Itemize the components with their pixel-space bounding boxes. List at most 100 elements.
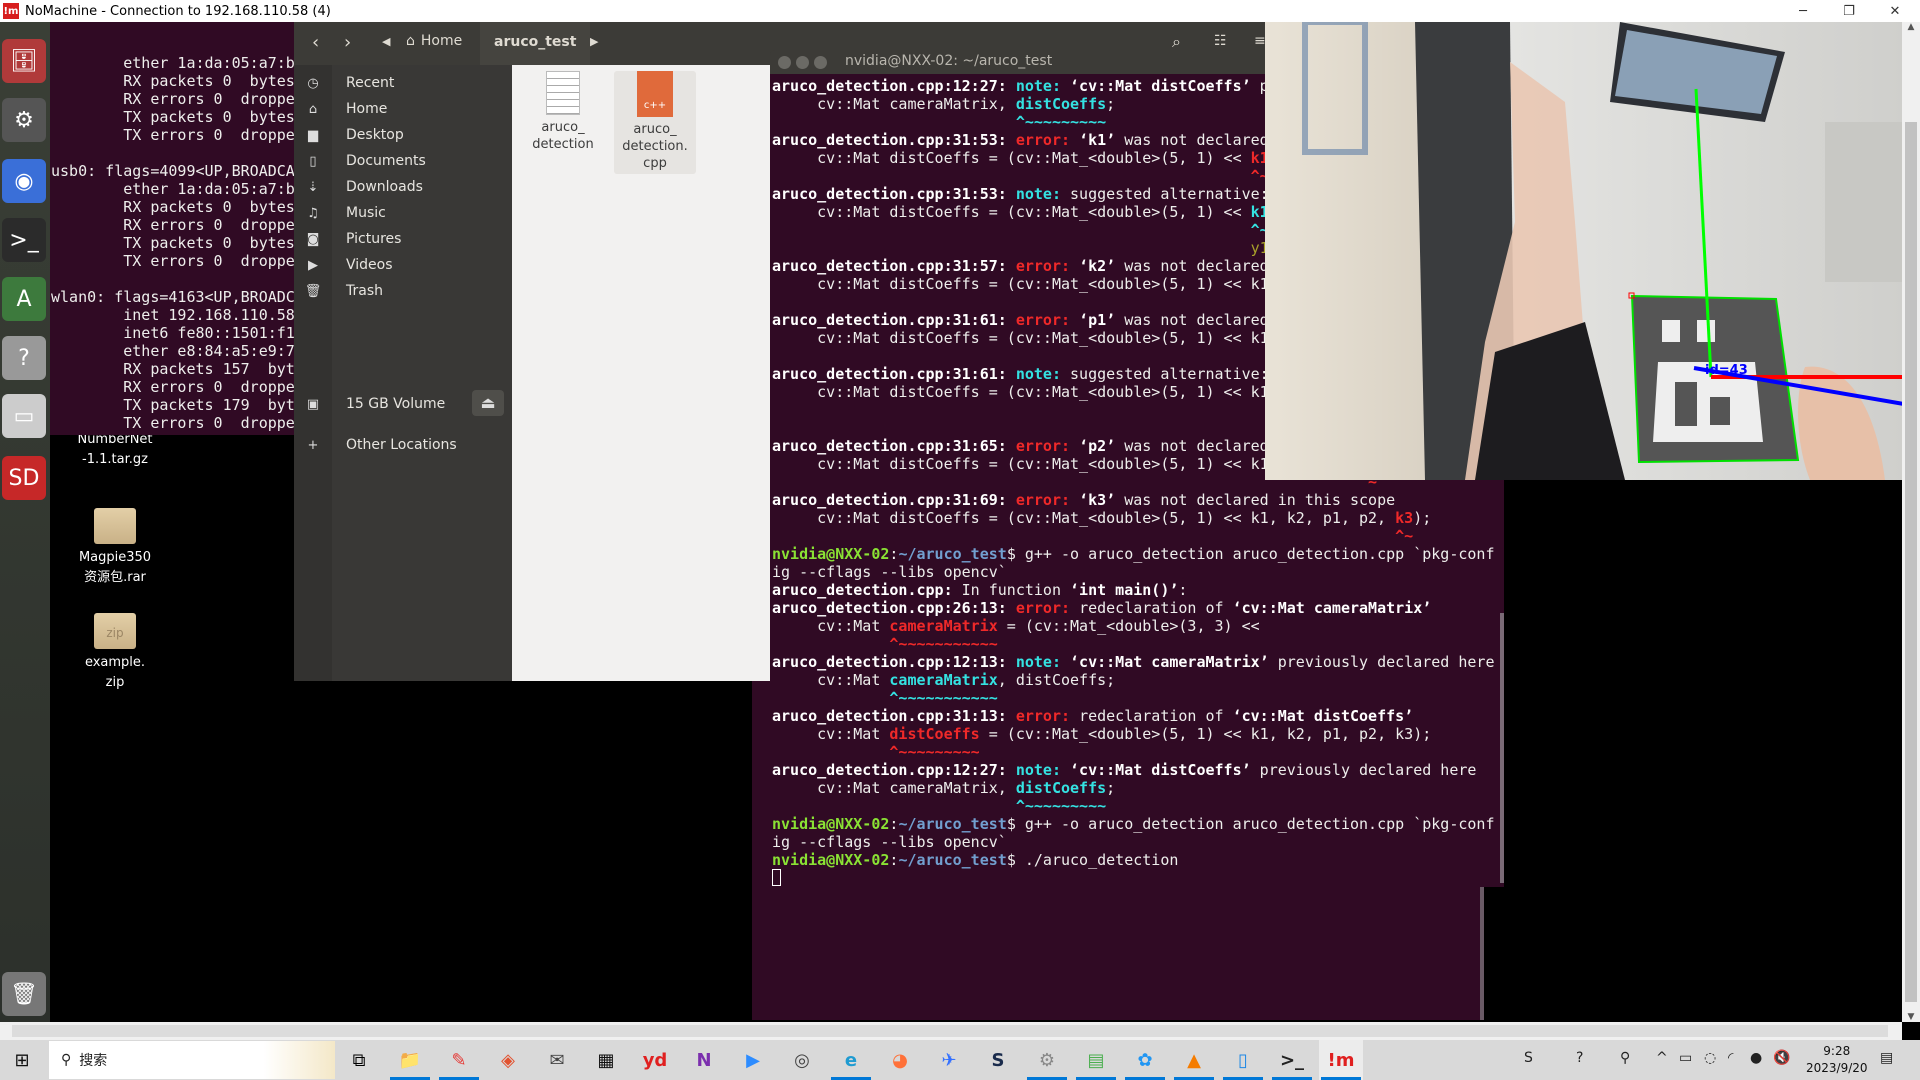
terminal-icon[interactable]: >_	[2, 218, 46, 262]
chromium-icon[interactable]: ◉	[2, 159, 46, 203]
terminal-text: aruco_detection.cpp:26:13:	[772, 599, 1016, 617]
sidebar-item-music[interactable]: ♫ Music	[294, 200, 512, 226]
path-scroll-left-icon[interactable]: ◀	[382, 35, 390, 48]
terminal-scrollbar[interactable]	[1500, 613, 1504, 883]
menu-icon[interactable]: ≡	[1254, 33, 1266, 49]
feishu-icon[interactable]: ✈	[933, 1044, 965, 1076]
eject-button[interactable]: ⏏	[472, 390, 504, 416]
sidebar-item-videos[interactable]: ▶ Videos	[294, 252, 512, 278]
terminal-icon[interactable]: >_	[1276, 1044, 1308, 1076]
terminal-text: ~/aruco_test	[898, 545, 1007, 563]
sidebar-item-label: Pictures	[346, 231, 402, 247]
terminal-text: ^~	[772, 167, 1269, 185]
recent-icon: ◷	[307, 75, 319, 91]
zip-archive-icon: zip	[94, 613, 136, 649]
qq-icon[interactable]: ●	[1750, 1050, 1762, 1066]
scrollbar-thumb[interactable]	[1905, 122, 1917, 1002]
sd-card-icon[interactable]: SD	[2, 456, 46, 500]
camera-icon[interactable]: ◎	[786, 1044, 818, 1076]
back-button[interactable]: ‹	[312, 32, 319, 53]
desktop-icon-example-zip[interactable]: zip example. zip	[60, 613, 170, 693]
drive-icon[interactable]: ▭	[2, 394, 46, 438]
app-red-scribble-icon[interactable]: ✎	[443, 1044, 475, 1076]
notifications-icon[interactable]: ▤	[1880, 1050, 1893, 1066]
app-diamond-icon[interactable]: ◈	[492, 1044, 524, 1076]
store-icon[interactable]: ▦	[590, 1044, 622, 1076]
search-box[interactable]: ⚲ 搜索	[49, 1041, 335, 1079]
files-icon[interactable]: 🗄	[2, 39, 46, 83]
terminal-line: cv::Mat cameraMatrix, distCoeffs;	[772, 779, 1504, 797]
app-phone-icon[interactable]: ▯	[1227, 1044, 1259, 1076]
vlc-icon[interactable]: ▲	[1178, 1044, 1210, 1076]
left-terminal[interactable]: ether 1a:da:05:a7:b RX packets 0 bytes R…	[50, 22, 295, 435]
onenote-icon[interactable]: N	[688, 1044, 720, 1076]
path-scroll-right-icon[interactable]: ▶	[590, 35, 598, 48]
vertical-scrollbar[interactable]: ▲ ▼	[1902, 22, 1920, 1022]
terminal-text: aruco_detection.cpp:12:27:	[772, 77, 1016, 95]
terminal-text: distCoeffs	[1015, 95, 1107, 113]
trash-icon[interactable]: 🗑	[2, 972, 46, 1016]
app-chart-icon[interactable]: ▤	[1080, 1044, 1112, 1076]
file-aruco-detection-cpp[interactable]: c++ aruco_ detection. cpp	[614, 71, 696, 174]
view-list-icon[interactable]: ☷	[1214, 33, 1227, 49]
file-explorer-icon[interactable]: 📁	[394, 1044, 426, 1076]
people-icon[interactable]: ⚲	[1620, 1050, 1630, 1066]
terminal-text: suggested alternative:	[1070, 185, 1269, 203]
terminal-text: cameraMatrix	[889, 617, 998, 635]
terminal-text: TX packets 0 bytes	[51, 234, 295, 252]
terminal-text: ;	[1106, 95, 1116, 113]
desktop-icon-numbernet[interactable]: NumberNet -1.1.tar.gz	[60, 430, 170, 470]
desktop-icon-magpie[interactable]: Magpie350 资源包.rar	[60, 508, 170, 588]
start-button[interactable]: ⊞	[6, 1044, 38, 1076]
search-icon[interactable]: ⌕	[1172, 32, 1181, 52]
sidebar-item-documents[interactable]: ▯ Documents	[294, 148, 512, 174]
task-view-button[interactable]: ⧉	[343, 1044, 375, 1076]
app-gear-icon[interactable]: ⚙	[1031, 1044, 1063, 1076]
path-home-button[interactable]: ⌂ Home	[406, 33, 462, 49]
scrollbar-thumb[interactable]	[12, 1025, 1888, 1037]
edge-icon[interactable]: e	[835, 1044, 867, 1076]
sidebar-item-downloads[interactable]: ⇣ Downloads	[294, 174, 512, 200]
sidebar-item-pictures[interactable]: ◙ Pictures	[294, 226, 512, 252]
sogou-icon[interactable]: S	[1524, 1050, 1533, 1066]
firefox-icon[interactable]: ◕	[884, 1044, 916, 1076]
software-updater-icon[interactable]: A	[2, 277, 46, 321]
help-icon[interactable]: ?	[2, 336, 46, 380]
volume-muted-icon[interactable]: 🔇	[1773, 1050, 1790, 1066]
battery-icon[interactable]: ▭	[1679, 1050, 1692, 1066]
chevron-up-icon[interactable]: ^	[1656, 1050, 1668, 1066]
app-circles-icon[interactable]: ✿	[1129, 1044, 1161, 1076]
sidebar-item-home[interactable]: ⌂ Home	[294, 96, 512, 122]
app-tray-icon[interactable]: ◌	[1704, 1050, 1716, 1066]
minimize-button[interactable]	[796, 56, 809, 69]
zoom-icon[interactable]: ▶	[737, 1044, 769, 1076]
scroll-down-icon[interactable]: ▼	[1902, 1012, 1920, 1022]
terminal-text: was not declared	[1115, 131, 1269, 149]
sidebar-item-desktop[interactable]: ▆ Desktop	[294, 122, 512, 148]
terminal-text: aruco_detection.cpp:31:53:	[772, 131, 1016, 149]
horizontal-scrollbar[interactable]	[0, 1022, 1902, 1040]
sidebar-item-recent[interactable]: ◷ Recent	[294, 70, 512, 96]
app-dark-s-icon[interactable]: S	[982, 1044, 1014, 1076]
mail-icon[interactable]: ✉	[541, 1044, 573, 1076]
minimize-button[interactable]: ─	[1780, 0, 1826, 22]
close-button[interactable]	[778, 56, 791, 69]
scroll-up-icon[interactable]: ▲	[1902, 22, 1920, 32]
youdao-icon[interactable]: yd	[639, 1044, 671, 1076]
system-settings-icon[interactable]: ⚙	[2, 98, 46, 142]
maximize-button[interactable]	[814, 56, 827, 69]
clock[interactable]: 9:28 2023/9/20	[1806, 1043, 1868, 1077]
nomachine-icon[interactable]: !m	[1319, 1040, 1363, 1080]
terminal-text: nvidia@NXX-02	[772, 815, 890, 833]
path-current-aruco-test[interactable]: aruco_test	[480, 22, 591, 65]
restore-button[interactable]: ❐	[1826, 0, 1872, 22]
sidebar-item-trash[interactable]: 🗑 Trash	[294, 278, 512, 304]
forward-button[interactable]: ›	[344, 32, 351, 53]
close-button[interactable]: ✕	[1872, 0, 1918, 22]
sidebar-item-label: Music	[346, 205, 386, 221]
sidebar-item-other-locations[interactable]: + Other Locations	[294, 432, 512, 458]
terminal-line: TX packets 0 bytes	[51, 234, 295, 252]
file-aruco-detection[interactable]: aruco_ detection	[522, 71, 604, 153]
wifi-icon[interactable]: ◜	[1728, 1050, 1733, 1066]
help-badge-icon[interactable]: ?	[1576, 1050, 1583, 1066]
